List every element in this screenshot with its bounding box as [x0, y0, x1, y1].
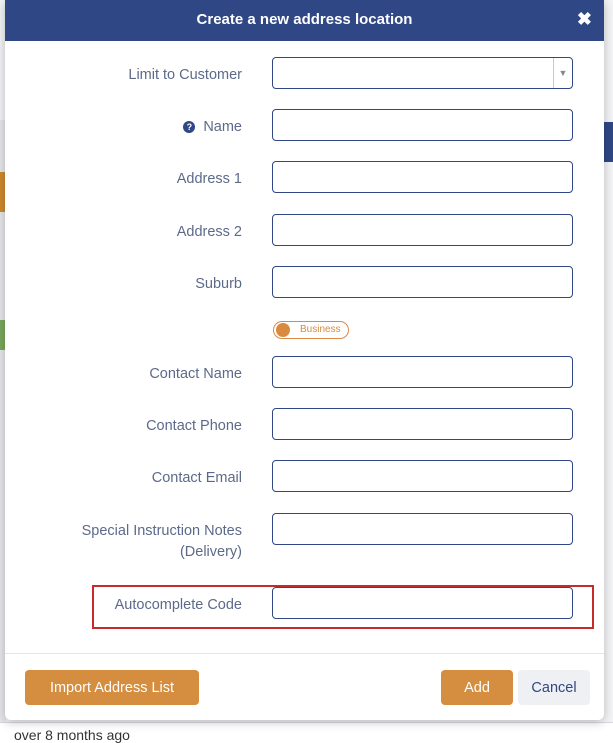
address-1-label: Address 1 [176, 171, 242, 187]
modal-header: Create a new address location ✖ [5, 0, 604, 41]
background-footer-text: over 8 months ago [14, 727, 130, 743]
suburb-label: Suburb [195, 276, 242, 292]
address-2-field[interactable] [272, 214, 573, 246]
name-field[interactable] [272, 109, 573, 141]
business-toggle[interactable]: Business [273, 321, 349, 339]
autocomplete-code-field[interactable] [272, 587, 573, 619]
name-label: Name [203, 119, 242, 135]
limit-to-customer-label: Limit to Customer [128, 67, 242, 83]
address-1-field[interactable] [272, 161, 573, 193]
contact-phone-label: Contact Phone [146, 418, 242, 434]
import-address-list-button[interactable]: Import Address List [25, 670, 199, 705]
cancel-button[interactable]: Cancel [518, 670, 590, 705]
special-instruction-label: Special Instruction Notes (Delivery) [82, 521, 242, 563]
special-instruction-label-line1: Special Instruction Notes [81, 523, 242, 539]
toggle-knob [276, 323, 290, 337]
contact-name-field[interactable] [272, 356, 573, 388]
contact-email-field[interactable] [272, 460, 573, 492]
special-instruction-label-line2: (Delivery) [179, 544, 242, 560]
name-label-wrap: ? Name [183, 117, 242, 138]
modal-title: Create a new address location [196, 11, 413, 28]
contact-email-label: Contact Email [151, 470, 242, 486]
footer-divider [5, 653, 604, 654]
address-location-modal: Create a new address location ✖ Limit to… [5, 0, 604, 720]
chevron-down-icon[interactable]: ▼ [553, 58, 572, 88]
close-icon[interactable]: ✖ [577, 8, 592, 30]
limit-to-customer-select[interactable]: ▼ [272, 57, 573, 89]
special-instruction-field[interactable] [272, 513, 573, 545]
contact-name-label: Contact Name [149, 366, 242, 382]
autocomplete-code-label: Autocomplete Code [114, 597, 242, 613]
question-circle-icon[interactable]: ? [183, 121, 196, 133]
address-2-label: Address 2 [176, 224, 242, 240]
contact-phone-field[interactable] [272, 408, 573, 440]
background-blue-marker [603, 122, 613, 162]
toggle-label: Business [300, 324, 341, 335]
suburb-field[interactable] [272, 266, 573, 298]
add-button[interactable]: Add [441, 670, 513, 705]
